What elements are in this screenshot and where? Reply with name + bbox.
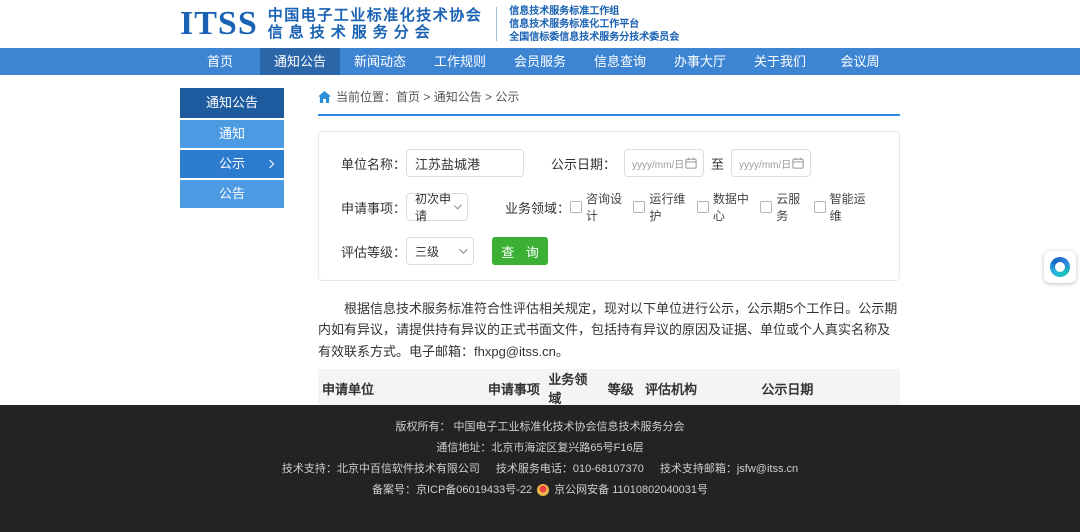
search-filter-panel: 单位名称： 公示日期： yyyy/mm/日 至 yyyy/mm/日 — [318, 131, 900, 281]
date-to-placeholder: yyyy/mm/日 — [739, 156, 791, 171]
publicity-date-label: 公示日期： — [551, 154, 616, 173]
sidebar-item-label: 公示 — [219, 156, 245, 171]
checkbox-operation-maintenance[interactable]: 运行维护 — [633, 190, 686, 224]
chevron-down-icon — [454, 202, 462, 210]
nav-item-membership[interactable]: 会员服务 — [500, 48, 580, 75]
checkbox-intelligent-operation[interactable]: 智能运维 — [814, 190, 867, 224]
sidebar-title: 通知公告 — [180, 88, 284, 118]
nav-item-home[interactable]: 首页 — [180, 48, 260, 75]
sidebar-item-publicity[interactable]: 公示 — [180, 150, 284, 178]
checkbox-label: 咨询设计 — [586, 190, 623, 224]
page: ITSS 中国电子工业标准化技术协会 信息技术服务分会 信息技术服务标准工作组 … — [0, 0, 1080, 532]
calendar-icon — [792, 157, 804, 169]
col-header-assessment-org: 评估机构 — [641, 369, 757, 408]
calendar-icon — [685, 157, 697, 169]
footer-tech-support-line: 技术支持：北京中百信软件技术有限公司 技术服务电话：010-68107370 技… — [0, 460, 1080, 478]
police-badge-icon — [537, 484, 549, 496]
table-header-row: 申请单位 申请事项 业务领域 等级 评估机构 公示日期 — [318, 369, 900, 408]
publicity-notice-text: 根据信息技术服务标准符合性评估相关规定，现对以下单位进行公示，公示期5个工作日。… — [318, 298, 900, 362]
nav-item-info-query[interactable]: 信息查询 — [580, 48, 660, 75]
org-name-block: 中国电子工业标准化技术协会 信息技术服务分会 — [268, 7, 483, 41]
header-subtitle-block: 信息技术服务标准工作组 信息技术服务标准化工作平台 全国信标委信息技术服务分技术… — [509, 5, 679, 44]
business-domain-label: 业务领域： — [505, 198, 570, 217]
header-subtitle-line: 信息技术服务标准工作组 — [509, 5, 679, 18]
footer-address: 通信地址：北京市海淀区复兴路65号F16层 — [0, 439, 1080, 457]
breadcrumb-underline — [318, 114, 900, 116]
header-subtitle-line: 全国信标委信息技术服务分技术委员会 — [509, 31, 679, 44]
date-to-input[interactable]: yyyy/mm/日 — [731, 149, 811, 177]
checkbox-icon[interactable] — [570, 201, 582, 213]
checkbox-icon[interactable] — [760, 201, 772, 213]
nav-item-service-hall[interactable]: 办事大厅 — [660, 48, 740, 75]
sidebar-item-notice[interactable]: 通知 — [180, 120, 284, 148]
footer-icp-line: 备案号：京ICP备06019433号-22 京公网安备 110108020400… — [0, 481, 1080, 499]
site-header: ITSS 中国电子工业标准化技术协会 信息技术服务分会 信息技术服务标准工作组 … — [0, 0, 1080, 48]
checkbox-consulting-design[interactable]: 咨询设计 — [570, 190, 623, 224]
unit-name-label: 单位名称： — [341, 154, 406, 173]
main-nav: 首页 通知公告 新闻动态 工作规则 会员服务 信息查询 办事大厅 关于我们 会议… — [0, 48, 1080, 75]
sidebar-item-announcement[interactable]: 公告 — [180, 180, 284, 208]
sidebar-item-label: 公告 — [219, 186, 245, 201]
col-header-publicity-date: 公示日期 — [757, 369, 900, 408]
swirl-ring-icon — [1050, 257, 1070, 277]
org-name-line1: 中国电子工业标准化技术协会 — [268, 7, 483, 24]
date-from-placeholder: yyyy/mm/日 — [632, 156, 684, 171]
checkbox-icon[interactable] — [633, 201, 645, 213]
apply-item-select[interactable]: 初次申请 — [406, 193, 468, 221]
col-header-business-domain: 业务领域 — [544, 369, 603, 408]
checkbox-label: 运行维护 — [649, 190, 686, 224]
breadcrumb: 当前位置： 首页 > 通知公告 > 公示 — [318, 88, 900, 105]
breadcrumb-prefix: 当前位置： — [336, 88, 396, 105]
footer-icp-number[interactable]: 备案号：京ICP备06019433号-22 — [372, 481, 532, 499]
sidebar: 通知公告 通知 公示 公告 — [180, 88, 284, 210]
nav-item-notices[interactable]: 通知公告 — [260, 48, 340, 75]
checkbox-cloud-service[interactable]: 云服务 — [760, 190, 803, 224]
chevron-right-icon — [266, 160, 274, 168]
apply-item-selected-value: 初次申请 — [415, 190, 454, 224]
nav-item-conference-week[interactable]: 会议周 — [820, 48, 900, 75]
nav-item-news[interactable]: 新闻动态 — [340, 48, 420, 75]
breadcrumb-path[interactable]: 首页 > 通知公告 > 公示 — [396, 88, 519, 105]
itss-logo[interactable]: ITSS — [180, 7, 258, 41]
nav-item-rules[interactable]: 工作规则 — [420, 48, 500, 75]
col-header-applicant: 申请单位 — [318, 369, 484, 408]
org-name-line2: 信息技术服务分会 — [268, 24, 483, 41]
home-icon — [318, 91, 331, 103]
col-header-apply-item: 申请事项 — [484, 369, 545, 408]
col-header-level: 等级 — [604, 369, 641, 408]
header-subtitle-line: 信息技术服务标准化工作平台 — [509, 18, 679, 31]
footer-police-record[interactable]: 京公网安备 11010802040031号 — [554, 481, 708, 499]
assessment-level-label: 评估等级： — [341, 242, 406, 261]
assessment-level-selected-value: 三级 — [415, 243, 439, 260]
date-range-to-label: 至 — [711, 154, 724, 173]
sidebar-item-label: 通知 — [219, 126, 245, 141]
checkbox-icon[interactable] — [697, 201, 709, 213]
checkbox-label: 数据中心 — [713, 190, 750, 224]
floating-extension-button[interactable] — [1044, 251, 1076, 283]
footer-support-email: 技术支持邮箱：jsfw@itss.cn — [660, 460, 798, 478]
checkbox-icon[interactable] — [814, 201, 826, 213]
apply-item-label: 申请事项： — [341, 198, 406, 217]
footer-copyright: 版权所有： 中国电子工业标准化技术协会信息技术服务分会 — [0, 418, 1080, 436]
site-footer: 版权所有： 中国电子工业标准化技术协会信息技术服务分会 通信地址：北京市海淀区复… — [0, 405, 1080, 532]
checkbox-data-center[interactable]: 数据中心 — [697, 190, 750, 224]
checkbox-label: 智能运维 — [830, 190, 867, 224]
footer-service-phone: 技术服务电话：010-68107370 — [496, 460, 644, 478]
date-from-input[interactable]: yyyy/mm/日 — [624, 149, 704, 177]
header-divider — [496, 7, 497, 41]
assessment-level-select[interactable]: 三级 — [406, 237, 474, 265]
search-button[interactable]: 查 询 — [492, 237, 548, 265]
nav-item-about[interactable]: 关于我们 — [740, 48, 820, 75]
checkbox-label: 云服务 — [776, 190, 803, 224]
chevron-down-icon — [459, 245, 467, 253]
unit-name-input[interactable] — [406, 149, 524, 177]
footer-tech-support: 技术支持：北京中百信软件技术有限公司 — [282, 460, 480, 478]
